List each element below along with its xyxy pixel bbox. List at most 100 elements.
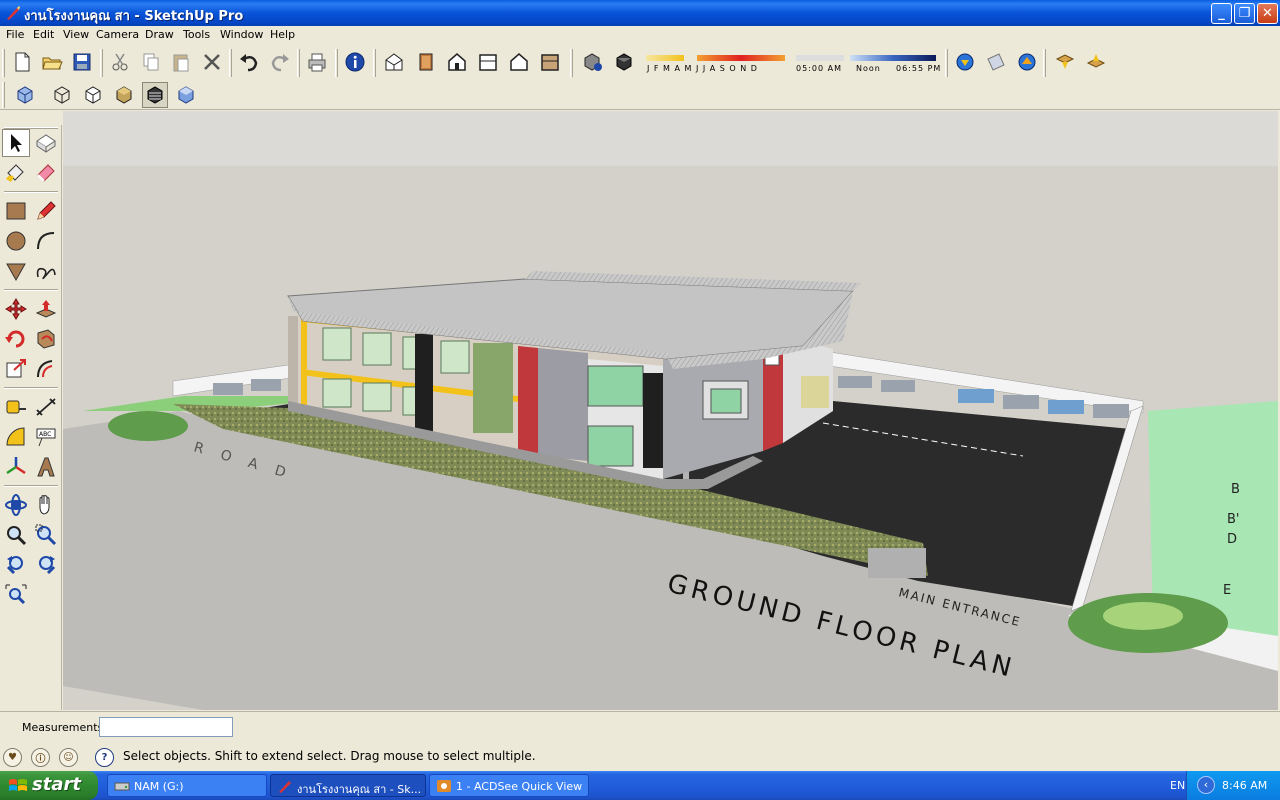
hidden-line-style-icon[interactable] (80, 82, 106, 108)
toolbar-grip[interactable] (100, 49, 103, 77)
copy-icon[interactable] (138, 49, 164, 75)
toolbar-grip[interactable] (570, 49, 573, 77)
menu-edit[interactable]: Edit (33, 28, 54, 41)
measurements-input[interactable] (99, 717, 233, 737)
follow-me-tool-icon[interactable] (32, 325, 60, 353)
shadow-settings-icon[interactable] (580, 49, 606, 75)
month-slider[interactable] (697, 55, 785, 61)
right-view-icon[interactable] (475, 49, 501, 75)
front-view-icon[interactable] (444, 49, 470, 75)
back-view-icon[interactable] (506, 49, 532, 75)
time-slider-left[interactable] (796, 55, 844, 61)
shaded-textures-style-icon[interactable] (142, 82, 168, 108)
eraser-icon[interactable] (32, 159, 60, 187)
polygon-tool-icon[interactable] (2, 257, 30, 285)
iso-view-icon[interactable] (381, 49, 407, 75)
rectangle-tool-icon[interactable] (2, 197, 30, 225)
left-view-icon[interactable] (537, 49, 563, 75)
push-pull-tool-icon[interactable] (32, 295, 60, 323)
freehand-tool-icon[interactable] (32, 257, 60, 285)
credits-icon[interactable]: ⓘ (31, 748, 50, 767)
orbit-tool-icon[interactable] (2, 491, 30, 519)
pencil-line-tool-icon[interactable] (32, 197, 60, 225)
get-models-icon[interactable] (952, 49, 978, 75)
menu-file[interactable]: File (6, 28, 24, 41)
instructor-help-icon[interactable]: ? (95, 748, 114, 767)
menu-camera[interactable]: Camera (96, 28, 139, 41)
open-folder-icon[interactable] (39, 49, 65, 75)
display-shadows-icon[interactable] (611, 49, 637, 75)
previous-view-icon[interactable] (2, 551, 30, 579)
monochrome-style-icon[interactable] (173, 82, 199, 108)
offset-tool-icon[interactable] (32, 355, 60, 383)
arc-tool-icon[interactable] (32, 227, 60, 255)
erase-delete-icon[interactable] (199, 49, 225, 75)
paste-icon[interactable] (168, 49, 194, 75)
zoom-extents-icon[interactable] (2, 581, 30, 609)
pan-tool-icon[interactable] (32, 491, 60, 519)
task-sketchup[interactable]: งานโรงงานคุณ สา - Sk... (270, 774, 426, 797)
menu-view[interactable]: View (63, 28, 89, 41)
redo-icon[interactable] (267, 49, 293, 75)
upload-component-icon[interactable] (1083, 49, 1109, 75)
move-tool-icon[interactable] (2, 295, 30, 323)
top-view-icon[interactable] (413, 49, 439, 75)
3d-text-tool-icon[interactable] (32, 453, 60, 481)
undo-icon[interactable] (236, 49, 262, 75)
toolbar-grip[interactable] (1043, 49, 1046, 77)
task-nam-drive[interactable]: NAM (G:) (107, 774, 267, 797)
menu-window[interactable]: Window (220, 28, 263, 41)
paint-bucket-icon[interactable] (2, 159, 30, 187)
geo-location-icon[interactable]: ♥ (3, 748, 22, 767)
time-slider[interactable] (850, 55, 936, 61)
toolbar-grip[interactable] (373, 49, 376, 77)
toolbar-grip[interactable] (335, 49, 338, 77)
cut-icon[interactable] (107, 49, 133, 75)
tray-expand-icon[interactable]: ‹ (1197, 776, 1215, 794)
grid-label-b: B (1231, 482, 1240, 497)
google-earth-icon[interactable] (1014, 49, 1040, 75)
model-scene[interactable]: ROAD GROUND FLOOR PLAN MAIN ENTRANCE B B… (63, 111, 1278, 710)
new-file-icon[interactable] (9, 49, 35, 75)
menu-draw[interactable]: Draw (145, 28, 174, 41)
next-view-icon[interactable] (32, 551, 60, 579)
get-photo-texture-icon[interactable] (1052, 49, 1078, 75)
text-tool-icon[interactable]: ABC (32, 423, 60, 451)
sketchup-app-icon[interactable] (5, 5, 21, 21)
shaded-style-icon[interactable] (111, 82, 137, 108)
make-component-icon[interactable] (32, 129, 60, 157)
protractor-tool-icon[interactable] (2, 423, 30, 451)
minimize-button[interactable]: _ (1211, 3, 1232, 24)
toolbar-grip[interactable] (229, 49, 232, 77)
toolbar-grip[interactable] (2, 82, 5, 108)
wireframe-style-icon[interactable] (49, 82, 75, 108)
select-tool-icon[interactable] (2, 129, 30, 157)
dimension-tool-icon[interactable] (32, 393, 60, 421)
circle-tool-icon[interactable] (2, 227, 30, 255)
clock[interactable]: 8:46 AM (1222, 779, 1267, 792)
month-slider-left[interactable] (646, 55, 684, 61)
share-model-icon[interactable] (983, 49, 1009, 75)
toolbar-grip[interactable] (297, 49, 300, 77)
menu-tools[interactable]: Tools (183, 28, 210, 41)
language-indicator[interactable]: EN (1170, 779, 1185, 792)
toolbar-grip[interactable] (945, 49, 948, 77)
model-info-icon[interactable] (342, 49, 368, 75)
axes-tool-icon[interactable] (2, 453, 30, 481)
user-icon[interactable]: ☺ (59, 748, 78, 767)
xray-style-icon[interactable] (12, 82, 38, 108)
task-acdsee[interactable]: 1 - ACDSee Quick View (429, 774, 589, 797)
maximize-button[interactable]: ❐ (1234, 3, 1255, 24)
toolbar-grip[interactable] (2, 49, 5, 77)
model-viewport[interactable]: ROAD GROUND FLOOR PLAN MAIN ENTRANCE B B… (63, 111, 1278, 710)
save-icon[interactable] (69, 49, 95, 75)
zoom-window-tool-icon[interactable] (32, 521, 60, 549)
tape-measure-tool-icon[interactable] (2, 393, 30, 421)
close-button[interactable]: ✕ (1257, 3, 1278, 24)
menu-help[interactable]: Help (270, 28, 295, 41)
zoom-tool-icon[interactable] (2, 521, 30, 549)
rotate-tool-icon[interactable] (2, 325, 30, 353)
print-icon[interactable] (304, 49, 330, 75)
start-button[interactable]: start (0, 771, 98, 800)
scale-tool-icon[interactable] (2, 355, 30, 383)
